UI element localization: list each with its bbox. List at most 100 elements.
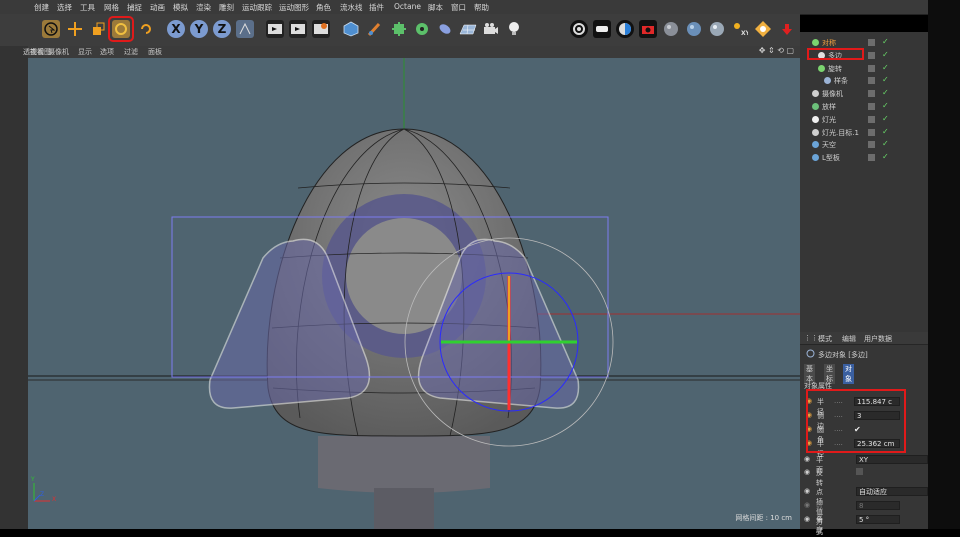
move-tool-icon[interactable] xyxy=(64,18,86,40)
object-row[interactable]: 样条 ✓ xyxy=(800,75,928,87)
radio-icon[interactable]: ◉ xyxy=(804,515,810,523)
menu-item[interactable]: 渲染 xyxy=(196,2,211,13)
viewport-menu-item[interactable]: 显示 xyxy=(78,47,92,57)
object-type-icon xyxy=(818,64,825,72)
octane-material-icon[interactable] xyxy=(614,18,636,40)
radio-icon[interactable]: ◉ xyxy=(804,501,810,509)
octane-settings-icon[interactable] xyxy=(591,18,613,40)
enabled-check-icon[interactable]: ✓ xyxy=(882,50,889,59)
camera-icon[interactable] xyxy=(480,18,502,40)
menu-item[interactable]: 角色 xyxy=(316,2,331,13)
plane-dropdown[interactable]: XY xyxy=(856,455,928,464)
coordinate-system-icon[interactable] xyxy=(234,18,256,40)
menu-item[interactable]: 窗口 xyxy=(451,2,466,13)
visibility-toggle[interactable] xyxy=(868,103,875,110)
y-axis-lock-icon[interactable]: Y xyxy=(188,18,210,40)
viewport-menu-item[interactable]: 选项 xyxy=(100,47,114,57)
visibility-toggle[interactable] xyxy=(868,128,875,136)
scale-tool-icon[interactable] xyxy=(87,18,109,40)
object-row[interactable]: 摄像机 ✓ xyxy=(800,88,928,100)
menu-item[interactable]: 创建 xyxy=(34,2,49,13)
visibility-toggle[interactable] xyxy=(868,90,875,98)
subdivision-icon[interactable] xyxy=(388,18,410,40)
down-arrow-red-icon[interactable] xyxy=(776,18,798,40)
visibility-toggle[interactable] xyxy=(868,64,875,72)
menu-item[interactable]: 动画 xyxy=(150,2,165,13)
radio-icon[interactable]: ◉ xyxy=(804,487,810,495)
octane-sphere-blue-icon[interactable] xyxy=(683,18,705,40)
render-view-icon[interactable] xyxy=(264,18,286,40)
radio-icon[interactable]: ◉ xyxy=(804,455,810,463)
enabled-check-icon[interactable]: ✓ xyxy=(882,75,889,84)
enabled-check-icon[interactable]: ✓ xyxy=(882,63,889,72)
reverse-checkbox[interactable] xyxy=(856,468,863,475)
enabled-check-icon[interactable]: ✓ xyxy=(882,101,889,110)
sculpt-brush-icon[interactable] xyxy=(752,18,774,40)
cloner-icon[interactable] xyxy=(411,18,433,40)
y-axis-label: Y xyxy=(190,20,208,38)
deformer-icon[interactable] xyxy=(434,18,456,40)
count-field[interactable]: 8 xyxy=(856,501,900,510)
viewport-menu-item[interactable]: 过滤 xyxy=(124,47,138,57)
visibility-toggle[interactable] xyxy=(868,154,875,162)
pen-spline-icon[interactable] xyxy=(364,18,386,40)
menu-item[interactable]: 捕捉 xyxy=(127,2,142,13)
rotate-tool-icon[interactable] xyxy=(108,16,134,42)
visibility-toggle[interactable] xyxy=(868,115,875,123)
menu-item[interactable]: Octane xyxy=(394,2,421,11)
menu-item[interactable]: 选择 xyxy=(57,2,72,13)
tab-edit[interactable]: 编辑 xyxy=(842,334,856,344)
recent-tool-icon[interactable] xyxy=(135,18,157,40)
select-tool-icon[interactable] xyxy=(40,18,62,40)
enabled-check-icon[interactable]: ✓ xyxy=(882,114,889,123)
menu-item[interactable]: 脚本 xyxy=(428,2,443,13)
enabled-check-icon[interactable]: ✓ xyxy=(882,37,889,46)
subtab-object[interactable]: 对象 xyxy=(843,364,854,384)
light-icon[interactable] xyxy=(503,18,525,40)
visibility-toggle[interactable] xyxy=(868,141,875,149)
radio-icon[interactable]: ◉ xyxy=(804,468,810,476)
octane-sphere-light-icon[interactable] xyxy=(706,18,728,40)
viewport-nav-icon[interactable]: ✥ ⇕ ⟲ ▢ xyxy=(759,46,794,55)
viewport-menu-item[interactable]: 面板 xyxy=(148,47,162,57)
interp-dropdown[interactable]: 自动适应 xyxy=(856,487,928,496)
object-name: 灯光 xyxy=(822,115,836,124)
render-picture-icon[interactable] xyxy=(287,18,309,40)
menu-item[interactable]: 流水线 xyxy=(340,2,363,13)
visibility-toggle[interactable] xyxy=(868,51,875,59)
object-row[interactable]: L型板 ✓ xyxy=(800,152,928,164)
menu-item[interactable]: 插件 xyxy=(369,2,384,13)
angle-field[interactable]: 5 ° xyxy=(856,515,900,524)
object-row[interactable]: 旋转 ✓ xyxy=(800,63,928,75)
menu-item[interactable]: 运动图形 xyxy=(279,2,309,13)
visibility-toggle[interactable] xyxy=(868,77,875,85)
tab-user-data[interactable]: 用户数据 xyxy=(864,334,892,344)
enabled-check-icon[interactable]: ✓ xyxy=(882,127,889,136)
3d-viewport[interactable]: Y X Z 网格间距 : 10 cm xyxy=(28,58,800,529)
cube-icon[interactable] xyxy=(340,18,362,40)
menu-item[interactable]: 模拟 xyxy=(173,2,188,13)
menu-item[interactable]: 运动跟踪 xyxy=(242,2,272,13)
enabled-check-icon[interactable]: ✓ xyxy=(882,139,889,148)
viewport-menu-item[interactable]: 摄像机 xyxy=(48,47,69,57)
enabled-check-icon[interactable]: ✓ xyxy=(882,88,889,97)
xyz-mode-icon[interactable]: XYZ xyxy=(729,18,751,40)
z-axis-lock-icon[interactable]: Z xyxy=(211,18,233,40)
visibility-toggle[interactable] xyxy=(868,39,875,46)
render-settings-icon[interactable] xyxy=(310,18,332,40)
x-axis-lock-icon[interactable]: X xyxy=(165,18,187,40)
menu-item[interactable]: 工具 xyxy=(80,2,95,13)
enabled-check-icon[interactable]: ✓ xyxy=(882,152,889,161)
octane-live-viewer-icon[interactable] xyxy=(568,18,590,40)
floor-icon[interactable] xyxy=(457,18,479,40)
tab-mode[interactable]: 模式 xyxy=(818,334,832,344)
menu-item[interactable]: 帮助 xyxy=(474,2,489,13)
object-row[interactable]: 天空 ✓ xyxy=(800,139,928,151)
object-row[interactable]: 灯光 ✓ xyxy=(800,114,928,126)
menu-item[interactable]: 网格 xyxy=(104,2,119,13)
object-row[interactable]: 放样 ✓ xyxy=(800,101,928,113)
octane-sphere-grey-icon[interactable] xyxy=(660,18,682,40)
octane-camera-icon[interactable] xyxy=(637,18,659,40)
menu-item[interactable]: 雕刻 xyxy=(219,2,234,13)
object-row[interactable]: 灯光.目标.1 ✓ xyxy=(800,127,928,139)
